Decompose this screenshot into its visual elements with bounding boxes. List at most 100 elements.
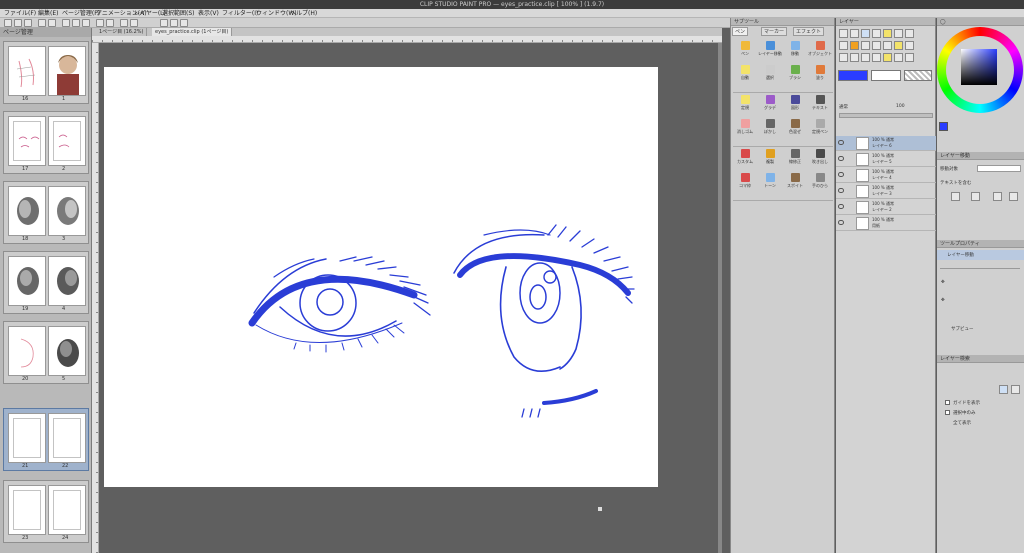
clear-icon[interactable] — [62, 19, 70, 27]
tool-button[interactable]: 選択 — [758, 64, 782, 84]
zoom-in-icon[interactable] — [951, 192, 960, 201]
page-thumbnail[interactable] — [48, 46, 86, 96]
invert-icon[interactable] — [106, 19, 114, 27]
tool-button[interactable]: 塗り — [808, 64, 832, 84]
main-color-swatch[interactable] — [838, 70, 868, 81]
layer-row[interactable]: 100 % 通常 レイヤー 6 — [836, 136, 936, 151]
select-icon[interactable] — [872, 29, 881, 38]
open-file-icon[interactable] — [14, 19, 22, 27]
document-tab-active[interactable]: eyes_practice.clip (1ページ目) — [152, 28, 233, 36]
hand-icon[interactable] — [850, 29, 859, 38]
tool-button[interactable]: 線修正 — [783, 148, 807, 168]
page-thumbnail[interactable] — [48, 186, 86, 236]
layer-row[interactable]: 100 % 通常 レイヤー 5 — [836, 152, 936, 167]
undo-icon[interactable] — [38, 19, 46, 27]
eraser-icon[interactable] — [894, 41, 903, 50]
menu-selection[interactable]: 選択範囲(S) — [162, 9, 195, 18]
ruler-icon[interactable] — [180, 19, 188, 27]
page-thumbnail[interactable] — [48, 485, 86, 535]
menu-help[interactable]: ヘルプ(H) — [290, 9, 317, 18]
flip-icon[interactable] — [1009, 192, 1018, 201]
tool-button[interactable]: コマ枠 — [733, 172, 757, 192]
pen-sync-icon[interactable] — [160, 19, 168, 27]
menu-edit[interactable]: 編集(E) — [38, 9, 58, 18]
document-tab[interactable]: 1ページ目 (16.2%) — [96, 28, 148, 36]
transparent-swatch[interactable] — [904, 70, 932, 81]
tool-button[interactable]: 吹き出し — [808, 148, 832, 168]
tool-button[interactable]: スポイト — [783, 172, 807, 192]
page-thumbnail[interactable] — [48, 413, 86, 463]
page-spread-5[interactable]: 20 5 — [3, 321, 89, 384]
tool-button[interactable]: オブジェクト — [808, 40, 832, 60]
vertical-ruler[interactable] — [92, 43, 99, 553]
correction-icon[interactable] — [872, 53, 881, 62]
page-thumbnail[interactable] — [8, 413, 46, 463]
blend-mode-value[interactable]: 通常 — [839, 104, 848, 110]
canvas-paper[interactable] — [104, 67, 658, 487]
tool-button[interactable]: 手のひら — [808, 172, 832, 192]
move-target-select[interactable] — [977, 165, 1021, 172]
filter-icon[interactable] — [999, 385, 1008, 394]
tool-button[interactable]: レイヤー移動 — [758, 40, 782, 60]
move-icon[interactable] — [861, 29, 870, 38]
tab-pen[interactable]: ペン — [732, 27, 749, 36]
tool-button[interactable]: 定規 — [733, 94, 757, 114]
canvas-area[interactable]: 1ページ目 (16.2%) eyes_practice.clip (1ページ目) — [92, 28, 722, 553]
transform-icon[interactable] — [72, 19, 80, 27]
deselect-icon[interactable] — [96, 19, 104, 27]
page-thumbnail[interactable] — [8, 485, 46, 535]
save-icon[interactable] — [24, 19, 32, 27]
color-wheel[interactable] — [937, 27, 1024, 127]
fill-icon[interactable] — [850, 41, 859, 50]
eyedropper-icon[interactable] — [905, 41, 914, 50]
tool-button[interactable]: 定規ペン — [808, 118, 832, 138]
pen-icon[interactable] — [883, 29, 892, 38]
airbrush-icon[interactable] — [839, 41, 848, 50]
zoom-icon[interactable] — [839, 29, 848, 38]
menu-file[interactable]: ファイル(F) — [4, 9, 36, 18]
page-thumbnail[interactable] — [48, 116, 86, 166]
page-spread-1[interactable]: 16 1 — [3, 41, 89, 104]
vertical-scrollbar[interactable] — [718, 43, 722, 553]
pencil-icon[interactable] — [894, 29, 903, 38]
page-thumbnail[interactable] — [8, 256, 46, 306]
brush-icon[interactable] — [905, 29, 914, 38]
page-thumbnail[interactable] — [48, 326, 86, 376]
page-spread-7[interactable]: 23 24 — [3, 480, 89, 543]
eye-icon[interactable] — [838, 156, 844, 161]
text-icon[interactable] — [883, 41, 892, 50]
operation-icon[interactable] — [905, 53, 914, 62]
eye-icon[interactable] — [838, 188, 844, 193]
option-checkbox[interactable] — [945, 400, 950, 405]
tool-button[interactable]: テキスト — [808, 94, 832, 114]
tool-button[interactable]: カスタム — [733, 148, 757, 168]
page-spread-4[interactable]: 19 4 — [3, 251, 89, 314]
sub-color-swatch[interactable] — [871, 70, 901, 81]
redo-icon[interactable] — [48, 19, 56, 27]
layer-row[interactable]: 100 % 通常 用紙 — [836, 216, 936, 231]
tool-button[interactable]: 消しゴム — [733, 118, 757, 138]
eye-icon[interactable] — [838, 172, 844, 177]
tool-button[interactable]: 自動 — [733, 64, 757, 84]
eye-icon[interactable] — [838, 140, 844, 145]
layer-row[interactable]: 100 % 通常 レイヤー 2 — [836, 200, 936, 215]
page-thumbnail[interactable] — [8, 46, 46, 96]
tool-button[interactable]: ペン — [733, 40, 757, 60]
balloon-icon[interactable] — [861, 53, 870, 62]
snap-grid-icon[interactable] — [130, 19, 138, 27]
menu-filter[interactable]: フィルター(I) — [222, 9, 258, 18]
page-thumbnail[interactable] — [8, 186, 46, 236]
layer-row[interactable]: 100 % 通常 レイヤー 3 — [836, 184, 936, 199]
brush-sync-icon[interactable] — [170, 19, 178, 27]
horizontal-ruler[interactable] — [92, 36, 722, 43]
figure-icon[interactable] — [872, 41, 881, 50]
saturation-value-square[interactable] — [961, 49, 997, 85]
menu-view[interactable]: 表示(V) — [198, 9, 219, 18]
opacity-value[interactable]: 100 — [896, 104, 905, 109]
opacity-slider[interactable] — [839, 113, 933, 118]
blend-icon[interactable] — [883, 53, 892, 62]
page-thumbnail[interactable] — [48, 256, 86, 306]
tab-marker[interactable]: マーカー — [761, 27, 788, 36]
snap-ruler-icon[interactable] — [120, 19, 128, 27]
page-thumbnail[interactable] — [8, 326, 46, 376]
